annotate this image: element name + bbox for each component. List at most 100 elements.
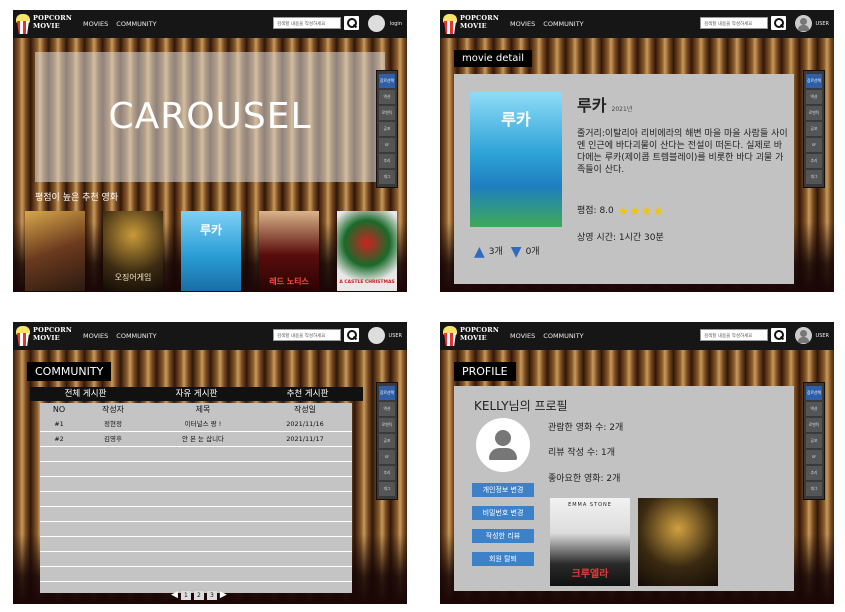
popcorn-logo-icon[interactable] <box>442 12 458 34</box>
genre-romance[interactable]: 로맨틱 <box>806 106 822 120</box>
avatar[interactable] <box>368 15 385 32</box>
user-name[interactable]: USER <box>816 333 829 339</box>
genre-mystery[interactable]: 추리 <box>379 154 395 168</box>
edit-info-button[interactable]: 개인정보 변경 <box>472 483 534 497</box>
brand-name[interactable]: POPCORN MOVIE <box>33 326 72 342</box>
poster-5[interactable]: A CASTLE CHRISTMAS <box>337 211 397 291</box>
popcorn-logo-icon[interactable] <box>442 324 458 346</box>
genre-sf[interactable]: SF <box>806 138 822 152</box>
genre-action[interactable]: 액션 <box>379 402 395 416</box>
search-icon[interactable] <box>344 16 359 30</box>
nav-community[interactable]: COMMUNITY <box>543 20 583 28</box>
main-nav: MOVIES COMMUNITY <box>510 332 590 340</box>
change-password-button[interactable]: 비밀번호 변경 <box>472 506 534 520</box>
genre-comedy[interactable]: 개그 <box>379 170 395 184</box>
table-row-empty <box>40 522 352 537</box>
search-icon[interactable] <box>344 328 359 342</box>
brand-name[interactable]: POPCORN MOVIE <box>33 14 72 30</box>
genre-action[interactable]: 액션 <box>806 90 822 104</box>
withdraw-button[interactable]: 회원 탈퇴 <box>472 552 534 566</box>
popcorn-logo-icon[interactable] <box>15 12 31 34</box>
poster-1[interactable] <box>25 211 85 291</box>
user-name[interactable]: USER <box>816 21 829 27</box>
genre-horror[interactable]: 공포 <box>379 122 395 136</box>
genre-horror[interactable]: 공포 <box>379 434 395 448</box>
genre-comedy[interactable]: 개그 <box>806 170 822 184</box>
page-3[interactable]: 3 <box>206 590 217 600</box>
page-1[interactable]: 1 <box>180 590 191 600</box>
poster-2[interactable]: 오징어게임 <box>103 211 163 291</box>
brand-name[interactable]: POPCORN MOVIE <box>460 14 499 30</box>
poster-4[interactable]: 레드 노티스 <box>259 211 319 291</box>
genre-menu-title[interactable]: 장르선택 <box>379 74 395 88</box>
table-row[interactable]: #2 김영후 안 본 눈 삽니다 2021/11/17 <box>40 432 352 447</box>
genre-comedy[interactable]: 개그 <box>806 482 822 496</box>
nav-community[interactable]: COMMUNITY <box>116 20 156 28</box>
genre-action[interactable]: 액션 <box>806 402 822 416</box>
watched-count: 관람한 영화 수: 2개 <box>548 423 624 433</box>
page-2[interactable]: 2 <box>193 590 204 600</box>
liked-poster-1[interactable]: EMMA STONE 크루엘라 <box>550 498 630 586</box>
tab-recommend-board[interactable]: 추천 게시판 <box>252 387 363 401</box>
genre-horror[interactable]: 공포 <box>806 434 822 448</box>
genre-sf[interactable]: SF <box>379 138 395 152</box>
avatar[interactable] <box>795 15 812 32</box>
search-input[interactable]: 검색할 내용을 작성하세요 <box>700 329 768 341</box>
search-input[interactable]: 검색할 내용을 작성하세요 <box>273 329 341 341</box>
genre-menu-title[interactable]: 장르선택 <box>379 386 395 400</box>
search-icon[interactable] <box>771 328 786 342</box>
genre-mystery[interactable]: 추리 <box>806 466 822 480</box>
star-rating-icon: ★★★★ <box>617 204 665 218</box>
genre-sf[interactable]: SF <box>806 450 822 464</box>
thumbs-down-icon[interactable]: ▼ <box>511 244 522 260</box>
community-screen: POPCORN MOVIE MOVIES COMMUNITY 검색할 내용을 작성… <box>13 322 407 604</box>
prev-page-icon[interactable]: ◀ <box>171 590 178 600</box>
genre-horror[interactable]: 공포 <box>806 122 822 136</box>
liked-count: 좋아요한 영화: 2개 <box>548 474 621 484</box>
table-row-empty <box>40 477 352 492</box>
genre-menu-title[interactable]: 장르선택 <box>806 386 822 400</box>
genre-mystery[interactable]: 추리 <box>806 154 822 168</box>
nav-community[interactable]: COMMUNITY <box>116 332 156 340</box>
table-header: NO 작성자 제목 작성일 <box>40 403 352 417</box>
top-bar: POPCORN MOVIE MOVIES COMMUNITY 검색할 내용을 작성… <box>440 10 834 38</box>
genre-sf[interactable]: SF <box>379 450 395 464</box>
genre-romance[interactable]: 로맨틱 <box>806 418 822 432</box>
genre-menu-title[interactable]: 장르선택 <box>806 74 822 88</box>
nav-community[interactable]: COMMUNITY <box>543 332 583 340</box>
avatar[interactable] <box>368 327 385 344</box>
genre-comedy[interactable]: 개그 <box>379 482 395 496</box>
search-input[interactable]: 검색할 내용을 작성하세요 <box>700 17 768 29</box>
nav-movies[interactable]: MOVIES <box>510 332 535 340</box>
carousel[interactable]: CAROUSEL <box>35 52 385 182</box>
nav-movies[interactable]: MOVIES <box>83 332 108 340</box>
genre-romance[interactable]: 로맨틱 <box>379 106 395 120</box>
genre-mystery[interactable]: 추리 <box>379 466 395 480</box>
my-reviews-button[interactable]: 작성한 리뷰 <box>472 529 534 543</box>
genre-menu: 장르선택 액션 로맨틱 공포 SF 추리 개그 <box>803 382 825 500</box>
rating-row: 평점: 8.0 ★★★★ <box>577 204 665 218</box>
popcorn-logo-icon[interactable] <box>15 324 31 346</box>
poster-3[interactable]: 루카 <box>181 211 241 291</box>
poster-2-title: 오징어게임 <box>114 273 152 282</box>
search-input[interactable]: 검색할 내용을 작성하세요 <box>273 17 341 29</box>
liked-poster-2[interactable] <box>638 498 718 586</box>
movie-title: 루카 <box>577 96 607 115</box>
avatar[interactable] <box>795 327 812 344</box>
next-page-icon[interactable]: ▶ <box>220 590 227 600</box>
user-name[interactable]: USER <box>389 333 402 339</box>
tab-free-board[interactable]: 자유 게시판 <box>141 387 252 401</box>
search-icon[interactable] <box>771 16 786 30</box>
table-row-empty <box>40 462 352 477</box>
movie-synopsis: 줄거리:이탈리아 리비에라의 해변 마을 마을 사람들 사이엔 인근에 바다괴물… <box>577 129 788 175</box>
nav-movies[interactable]: MOVIES <box>510 20 535 28</box>
genre-romance[interactable]: 로맨틱 <box>379 418 395 432</box>
nav-movies[interactable]: MOVIES <box>83 20 108 28</box>
login-link[interactable]: login <box>390 21 402 27</box>
table-row[interactable]: #1 정현정 이터널스 짱 ! 2021/11/16 <box>40 417 352 432</box>
tab-all-board[interactable]: 전체 게시판 <box>30 387 141 401</box>
table-row-empty <box>40 552 352 567</box>
brand-name[interactable]: POPCORN MOVIE <box>460 326 499 342</box>
thumbs-up-icon[interactable]: ▲ <box>474 244 485 260</box>
genre-action[interactable]: 액션 <box>379 90 395 104</box>
